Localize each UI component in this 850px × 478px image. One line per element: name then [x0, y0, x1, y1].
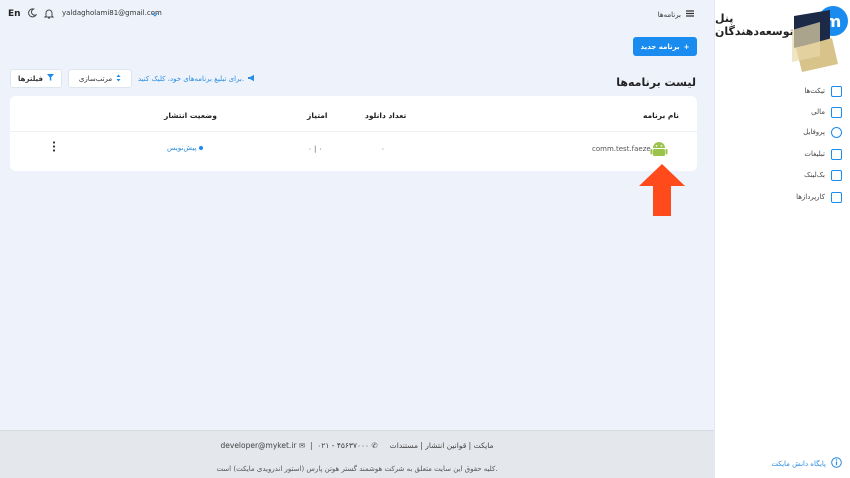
list-title: لیست برنامه‌ها: [616, 76, 696, 89]
megaphone-icon: [247, 74, 256, 84]
filters-label: فیلترها: [18, 74, 43, 83]
user-email[interactable]: yaldagholami81@gmail.com: [62, 9, 162, 17]
filters-button[interactable]: فیلترها: [10, 69, 62, 88]
android-icon: [650, 140, 668, 160]
ads-icon: [831, 148, 842, 160]
bell-icon[interactable]: [43, 8, 55, 21]
column-header-app-name: نام برنامه: [642, 111, 679, 120]
backlink-icon: [831, 169, 842, 181]
sidebar-item-label: تیکت‌ها: [804, 87, 825, 95]
status-badge: پیش‌نویس: [167, 144, 204, 152]
language-toggle[interactable]: En: [8, 9, 21, 19]
column-header-downloads: تعداد دانلود: [365, 111, 407, 120]
arrow-up-annotation-icon: [639, 164, 685, 218]
plus-icon: +: [683, 42, 690, 51]
promo-link[interactable]: برای تبلیغ برنامه‌های خود، کلیک کنید.: [138, 74, 256, 84]
sidebar-item-profile[interactable]: پروفایل: [803, 124, 842, 140]
footer-email[interactable]: developer@myket.ir: [221, 441, 297, 450]
phone-icon: ✆: [371, 441, 378, 450]
footer-separator: |: [307, 441, 315, 450]
finance-icon: [831, 106, 842, 118]
column-header-status: وضعیت انتشار: [164, 111, 217, 120]
footer: developer@myket.ir ✉ | ۰۲۱ - ۴۵۶۳۷۰۰۰ ✆ …: [0, 430, 714, 478]
sort-button[interactable]: مرتب‌سازی: [68, 69, 132, 88]
sidebar-item-processors[interactable]: کارپردازها: [796, 189, 842, 205]
profile-icon: [831, 126, 842, 138]
status-label: پیش‌نویس: [167, 144, 197, 152]
sidebar-item-label: پروفایل: [803, 128, 825, 136]
footer-contact-line: developer@myket.ir ✉ | ۰۲۱ - ۴۵۶۳۷۰۰۰ ✆ …: [0, 441, 714, 450]
moon-icon[interactable]: [27, 8, 38, 20]
new-app-button[interactable]: برنامه جدید +: [633, 37, 697, 56]
rating-value: ۰ | ۰: [308, 145, 323, 153]
download-count: ۰: [381, 145, 385, 153]
download-box-icon: [831, 191, 842, 203]
footer-phone: ۰۲۱ - ۴۵۶۳۷۰۰۰: [317, 441, 370, 450]
sidebar-item-ads[interactable]: تبلیغات: [804, 146, 842, 162]
watermark-logo-icon: [790, 8, 848, 90]
status-dot: [199, 146, 204, 150]
menu-icon[interactable]: [686, 10, 694, 19]
sidebar-item-label: مالی: [811, 108, 825, 116]
sidebar-item-finance[interactable]: مالی: [811, 104, 842, 120]
headset-icon: [831, 85, 842, 97]
knowledge-base-link[interactable]: پایگاه دانش مایکت: [771, 457, 842, 470]
info-icon: [831, 457, 842, 470]
sidebar-item-tickets[interactable]: تیکت‌ها: [804, 83, 842, 99]
chevron-down-icon[interactable]: [152, 10, 158, 19]
header-divider: [10, 131, 697, 132]
footer-links[interactable]: مایکت | قوانین انتشار | مستندات: [390, 441, 494, 450]
sidebar-item-label: بک‌لینک: [804, 171, 825, 179]
sidebar: m پنل توسعه‌دهندگان تیکت‌ها مالی پروفایل…: [714, 0, 850, 478]
knowledge-base-label: پایگاه دانش مایکت: [771, 459, 826, 468]
main-area: En yaldagholami81@gmail.com برنامه‌ها بر…: [0, 0, 714, 478]
promo-text: برای تبلیغ برنامه‌های خود، کلیک کنید.: [138, 75, 245, 83]
filter-icon: [47, 74, 54, 83]
new-app-label: برنامه جدید: [640, 42, 680, 51]
sidebar-item-label: کارپردازها: [796, 193, 825, 201]
sort-arrows-icon: [116, 74, 121, 84]
sort-label: مرتب‌سازی: [78, 74, 113, 83]
more-options-icon[interactable]: [52, 141, 56, 154]
envelope-icon: ✉: [298, 441, 306, 450]
sidebar-item-label: تبلیغات: [804, 150, 825, 158]
page-title: برنامه‌ها: [657, 10, 681, 19]
footer-copyright: کلیه حقوق این سایت متعلق به شرکت هوشمند …: [216, 465, 498, 473]
page-breadcrumb: برنامه‌ها: [658, 10, 694, 19]
column-header-rating: امتیاز: [307, 111, 328, 120]
app-package-name[interactable]: comm.test.faeze: [592, 145, 651, 153]
apps-table: نام برنامه تعداد دانلود امتیاز وضعیت انت…: [10, 96, 697, 171]
sidebar-item-backlink[interactable]: بک‌لینک: [804, 167, 842, 183]
top-bar: En yaldagholami81@gmail.com برنامه‌ها: [0, 0, 714, 30]
